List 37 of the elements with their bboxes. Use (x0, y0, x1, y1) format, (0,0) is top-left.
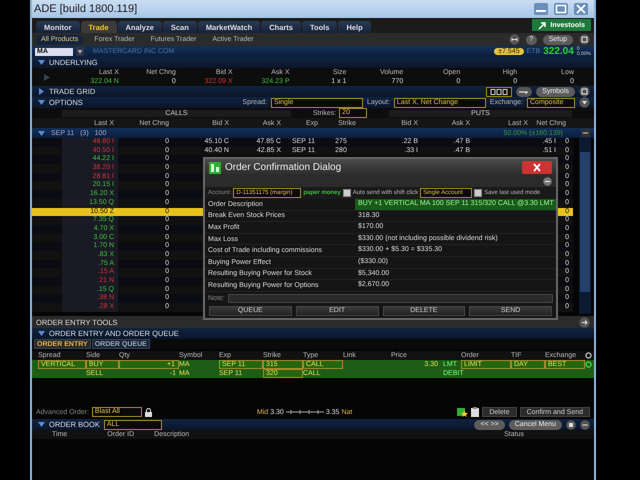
collapse-triangle-icon[interactable] (38, 99, 45, 106)
collapse-triangle-icon[interactable] (38, 330, 45, 337)
note-field[interactable] (228, 294, 553, 304)
detach-icon[interactable] (579, 34, 590, 45)
clipboard-icon[interactable] (471, 407, 480, 417)
close-icon[interactable] (574, 3, 588, 15)
collapse-triangle-icon[interactable] (38, 130, 45, 136)
link-icon[interactable] (508, 34, 520, 45)
dialog-title: Order Confirmation Dialog (225, 162, 342, 173)
key-icon[interactable] (516, 86, 532, 96)
minimize-icon[interactable] (534, 3, 548, 15)
collapse-icon[interactable] (543, 177, 552, 186)
collapse-triangle-icon[interactable] (38, 59, 45, 66)
collapse-icon[interactable] (579, 97, 590, 108)
refresh-icon[interactable] (585, 361, 592, 368)
settings-icon[interactable] (585, 352, 592, 359)
price-slider-icon[interactable] (286, 408, 324, 416)
close-icon[interactable] (522, 161, 552, 174)
print-icon[interactable] (566, 420, 576, 430)
detach-icon[interactable] (579, 316, 590, 328)
collapse-icon[interactable] (581, 129, 590, 137)
lock-icon (144, 408, 152, 416)
maximize-icon[interactable] (554, 3, 568, 15)
checkbox[interactable] (474, 189, 482, 197)
dropdown-icon[interactable] (76, 47, 84, 56)
collapse-icon[interactable] (580, 420, 590, 430)
app-icon (209, 162, 221, 174)
detach-icon[interactable] (579, 86, 590, 97)
collapse-triangle-icon[interactable] (38, 421, 45, 428)
scroll-bar[interactable] (579, 138, 591, 314)
checkbox[interactable] (342, 189, 351, 197)
arrow-icon (538, 20, 548, 30)
window-title: ADE [build 1800.119] (34, 3, 138, 15)
add-template-icon[interactable] (457, 407, 468, 417)
expand-triangle-icon[interactable] (38, 88, 45, 95)
last-price: 322.04 (543, 46, 574, 57)
grid-layout-icon[interactable] (486, 86, 512, 96)
